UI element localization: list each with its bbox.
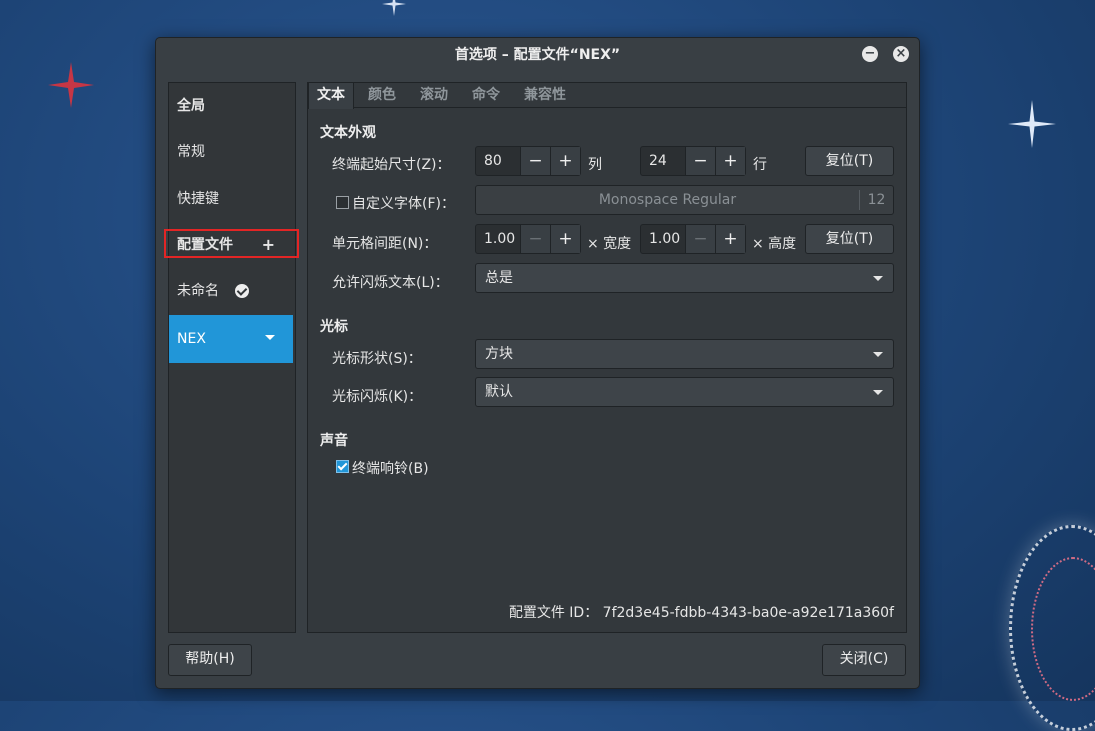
profile-id-value: 7f2d3e45-fdbb-4343-ba0e-a92e171a360f xyxy=(602,605,894,621)
star-decoration xyxy=(1008,100,1056,148)
preferences-window: 首选项 – 配置文件“NEX” − × 全局 常规 快捷键 配置文件 + 未命名… xyxy=(155,37,920,689)
tab-colors[interactable]: 颜色 xyxy=(360,83,404,107)
chevron-down-icon xyxy=(873,276,883,281)
blink-text-value: 总是 xyxy=(485,270,513,286)
sidebar-item-label: 未命名 xyxy=(177,283,219,299)
help-button[interactable]: 帮助(H) xyxy=(168,644,252,676)
sidebar-item-label: 常规 xyxy=(177,144,205,160)
reset-spacing-button[interactable]: 复位(T) xyxy=(805,224,894,254)
width-unit: × 宽度 xyxy=(587,236,632,252)
height-unit: × 高度 xyxy=(752,236,797,252)
minimize-button[interactable]: − xyxy=(862,46,878,62)
width-value[interactable]: 1.00 xyxy=(476,225,520,253)
blink-text-label: 允许闪烁文本(L)： xyxy=(332,275,449,291)
sidebar-item-label: NEX xyxy=(177,331,206,347)
plus-icon[interactable]: + xyxy=(550,147,580,175)
height-value[interactable]: 1.00 xyxy=(641,225,685,253)
chevron-down-icon xyxy=(873,352,883,357)
tab-compatibility[interactable]: 兼容性 xyxy=(516,83,574,107)
section-sound: 声音 xyxy=(320,433,348,449)
star-decoration xyxy=(48,62,94,108)
star-decoration xyxy=(382,0,406,16)
plus-icon[interactable]: + xyxy=(550,225,580,253)
main-panel: 文本 颜色 滚动 命令 兼容性 文本外观 终端起始尺寸(Z)： 80 − + 列… xyxy=(307,82,907,633)
sidebar: 全局 常规 快捷键 配置文件 + 未命名 NEX xyxy=(168,82,296,633)
default-check-icon xyxy=(235,284,249,298)
profile-id: 配置文件 ID： 7f2d3e45-fdbb-4343-ba0e-a92e171… xyxy=(509,602,894,622)
sidebar-item-shortcuts[interactable]: 快捷键 xyxy=(169,176,293,222)
plus-icon[interactable]: + xyxy=(715,225,745,253)
tab-scrolling[interactable]: 滚动 xyxy=(412,83,456,107)
sidebar-item-global[interactable]: 全局 xyxy=(169,83,293,129)
cursor-blink-select[interactable]: 默认 xyxy=(475,377,894,407)
minus-icon[interactable]: − xyxy=(685,225,715,253)
custom-font-checkbox[interactable] xyxy=(336,196,349,209)
tab-text[interactable]: 文本 xyxy=(308,82,354,109)
minus-icon[interactable]: − xyxy=(520,147,550,175)
cursor-shape-select[interactable]: 方块 xyxy=(475,339,894,369)
minus-icon[interactable]: − xyxy=(685,147,715,175)
profile-id-label: 配置文件 ID： xyxy=(508,605,599,621)
columns-unit: 列 xyxy=(588,157,602,173)
sidebar-item-unnamed[interactable]: 未命名 xyxy=(169,268,293,314)
sidebar-item-label: 快捷键 xyxy=(177,191,219,207)
size-label: 终端起始尺寸(Z)： xyxy=(332,157,451,173)
bell-label[interactable]: 终端响铃(B) xyxy=(352,458,429,478)
rows-unit: 行 xyxy=(753,157,767,173)
columns-value[interactable]: 80 xyxy=(476,147,520,175)
cursor-blink-value: 默认 xyxy=(485,384,513,400)
sidebar-item-nex[interactable]: NEX xyxy=(169,315,293,363)
rows-stepper[interactable]: 24 − + xyxy=(640,146,746,176)
font-chooser-button[interactable]: Monospace Regular 12 xyxy=(475,185,894,215)
window-title: 首选项 – 配置文件“NEX” xyxy=(454,47,621,63)
minus-icon[interactable]: − xyxy=(520,225,550,253)
height-stepper[interactable]: 1.00 − + xyxy=(640,224,746,254)
custom-font-label[interactable]: 自定义字体(F)： xyxy=(352,193,455,213)
close-window-button[interactable]: × xyxy=(893,46,909,62)
columns-stepper[interactable]: 80 − + xyxy=(475,146,581,176)
reset-size-button[interactable]: 复位(T) xyxy=(805,146,894,176)
cursor-shape-value: 方块 xyxy=(485,346,513,362)
font-size: 12 xyxy=(859,190,893,210)
tab-command[interactable]: 命令 xyxy=(464,83,508,107)
sidebar-item-general[interactable]: 常规 xyxy=(169,129,293,175)
tab-bar: 文本 颜色 滚动 命令 兼容性 xyxy=(308,82,906,109)
section-text-appearance: 文本外观 xyxy=(320,125,376,141)
cell-spacing-label: 单元格间距(N)： xyxy=(332,236,438,252)
highlight-box xyxy=(164,229,299,258)
section-cursor: 光标 xyxy=(320,319,348,335)
sidebar-item-label: 全局 xyxy=(177,98,205,114)
blink-text-select[interactable]: 总是 xyxy=(475,263,894,293)
plus-icon[interactable]: + xyxy=(715,147,745,175)
bell-checkbox[interactable] xyxy=(336,460,349,473)
close-button[interactable]: 关闭(C) xyxy=(822,644,906,676)
width-stepper[interactable]: 1.00 − + xyxy=(475,224,581,254)
cursor-shape-label: 光标形状(S)： xyxy=(332,351,422,367)
chevron-down-icon[interactable] xyxy=(265,335,275,340)
rows-value[interactable]: 24 xyxy=(641,147,685,175)
font-name: Monospace Regular xyxy=(598,192,737,208)
chevron-down-icon xyxy=(873,390,883,395)
cursor-blink-label: 光标闪烁(K)： xyxy=(332,389,423,405)
